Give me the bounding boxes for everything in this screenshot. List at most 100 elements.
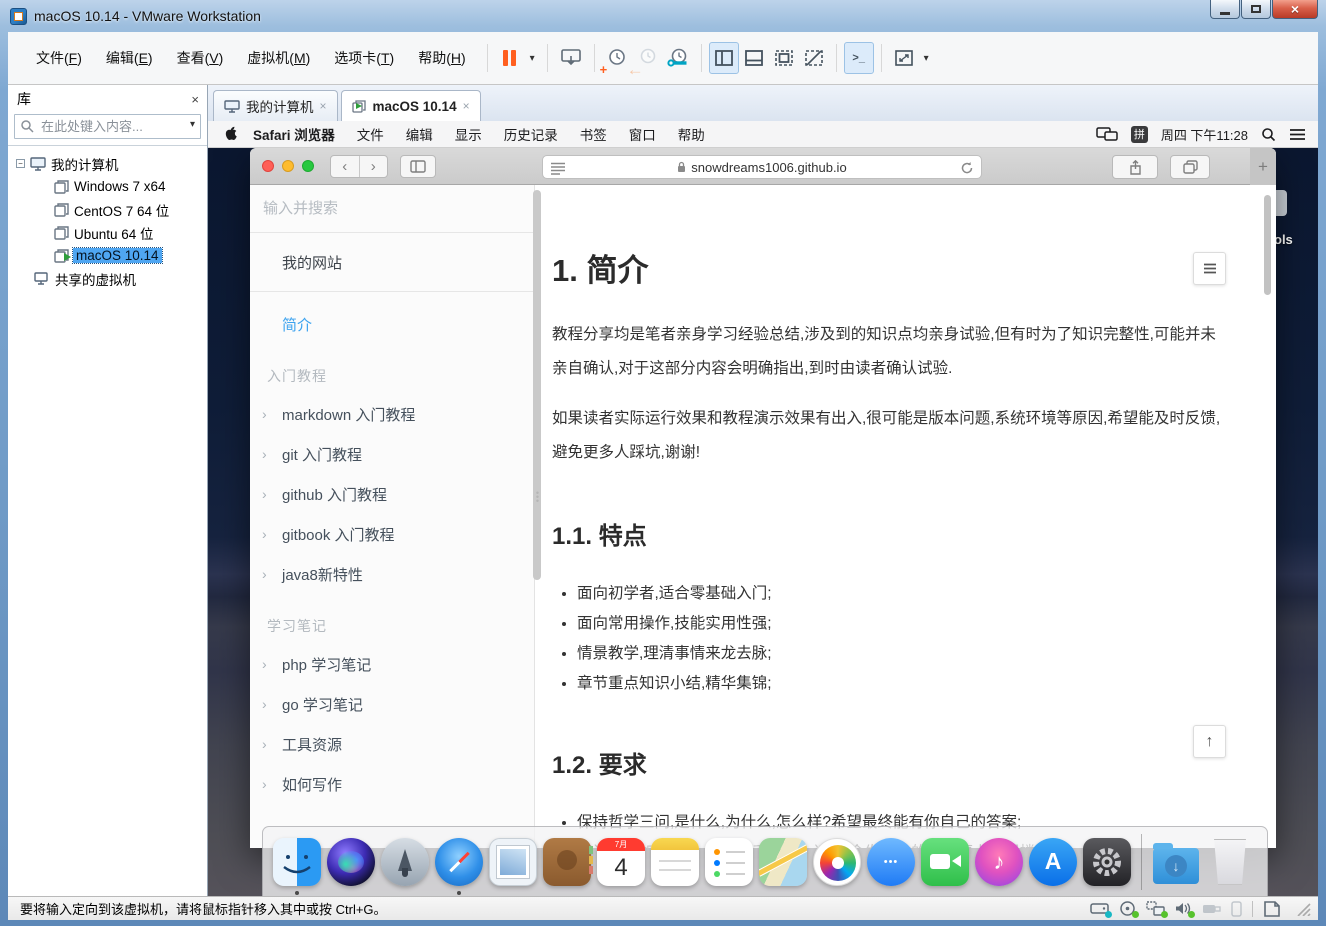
dock-item-reminders[interactable] xyxy=(703,836,755,888)
tree-node-windows7[interactable]: Windows 7 x64 xyxy=(8,175,207,198)
dock-item-calendar[interactable]: 7月 4 xyxy=(595,836,647,888)
dock-item-app-store[interactable]: A xyxy=(1027,836,1079,888)
close-tab-icon[interactable]: × xyxy=(463,99,470,113)
fullscreen-view-button[interactable] xyxy=(769,42,799,74)
address-bar[interactable]: snowdreams1006.github.io xyxy=(542,155,982,179)
mac-menu-view[interactable]: 显示 xyxy=(444,124,493,144)
menu-view[interactable]: 查看(V) xyxy=(167,42,234,74)
dock-item-photos[interactable] xyxy=(811,836,863,888)
tab-home[interactable]: 我的计算机 × xyxy=(213,90,338,121)
cd-dvd-icon[interactable] xyxy=(1119,901,1136,916)
tree-node-centos[interactable]: CentOS 7 64 位 xyxy=(8,198,207,221)
dock-item-system-preferences[interactable] xyxy=(1081,836,1133,888)
reader-view-icon[interactable] xyxy=(550,161,566,175)
dock-item-launchpad[interactable] xyxy=(379,836,431,888)
nav-writing[interactable]: ›如何写作 xyxy=(250,764,534,804)
toggle-sidebar-button[interactable] xyxy=(1193,252,1226,285)
dock-item-safari[interactable] xyxy=(433,836,485,888)
nav-gitbook[interactable]: ›gitbook 入门教程 xyxy=(250,514,534,554)
site-home-link[interactable]: 我的网站 xyxy=(250,233,534,292)
dock-item-siri[interactable] xyxy=(325,836,377,888)
back-button[interactable]: ‹ xyxy=(331,156,360,177)
tree-node-my-computer[interactable]: − 我的计算机 xyxy=(8,152,207,175)
dock-item-finder[interactable] xyxy=(271,836,323,888)
nav-github[interactable]: ›github 入门教程 xyxy=(250,474,534,514)
tab-overview-button[interactable] xyxy=(1170,155,1210,179)
fit-dropdown[interactable]: ▾ xyxy=(919,42,934,74)
page-scrollbar[interactable] xyxy=(1264,195,1271,295)
mac-menu-file[interactable]: 文件 xyxy=(346,124,395,144)
book-search-input[interactable] xyxy=(250,200,534,217)
notification-center-icon[interactable] xyxy=(1289,128,1306,141)
displays-status-icon[interactable] xyxy=(1096,127,1118,142)
dock-item-facetime[interactable] xyxy=(919,836,971,888)
mac-menu-history[interactable]: 历史记录 xyxy=(493,124,569,144)
tree-node-macos-selected[interactable]: macOS 10.14 xyxy=(8,244,207,267)
dock-item-downloads[interactable]: ↓ xyxy=(1150,836,1202,888)
minimize-traffic-light[interactable] xyxy=(282,160,294,172)
minimize-button[interactable] xyxy=(1210,0,1240,19)
mac-menu-bookmarks[interactable]: 书签 xyxy=(569,124,618,144)
show-library-button[interactable] xyxy=(709,42,739,74)
zoom-traffic-light[interactable] xyxy=(302,160,314,172)
back-to-top-button[interactable]: ↑ xyxy=(1193,725,1226,758)
close-traffic-light[interactable] xyxy=(262,160,274,172)
message-log-icon[interactable] xyxy=(1263,901,1280,917)
nav-git[interactable]: ›git 入门教程 xyxy=(250,434,534,474)
manage-snapshots-button[interactable] xyxy=(662,42,694,74)
sidebar-toggle-button[interactable] xyxy=(400,155,436,178)
share-button[interactable] xyxy=(1112,155,1158,179)
mobile-device-icon[interactable] xyxy=(1231,901,1242,917)
menu-file[interactable]: 文件(F) xyxy=(26,42,92,74)
library-search-input[interactable] xyxy=(14,114,201,139)
nav-php[interactable]: ›php 学习笔记 xyxy=(250,644,534,684)
tree-node-shared-vms[interactable]: 共享的虚拟机 xyxy=(8,267,207,290)
revert-snapshot-button[interactable]: ← xyxy=(632,42,662,74)
dock-item-contacts[interactable] xyxy=(541,836,593,888)
menu-tabs[interactable]: 选项卡(T) xyxy=(324,42,404,74)
unity-view-button[interactable] xyxy=(799,42,829,74)
reload-icon[interactable] xyxy=(960,161,974,175)
menu-vm[interactable]: 虚拟机(M) xyxy=(237,42,320,74)
apple-icon[interactable] xyxy=(224,125,238,141)
mac-menu-help[interactable]: 帮助 xyxy=(667,124,716,144)
nav-go[interactable]: ›go 学习笔记 xyxy=(250,684,534,724)
spotlight-icon[interactable] xyxy=(1261,127,1276,142)
console-view-button[interactable]: >_ xyxy=(844,42,874,74)
resize-grip[interactable] xyxy=(1296,902,1312,916)
dock-item-mail[interactable] xyxy=(487,836,539,888)
sound-icon[interactable] xyxy=(1175,901,1192,916)
input-method-icon[interactable]: 拼 xyxy=(1131,126,1148,143)
show-thumbnail-bar-button[interactable] xyxy=(739,42,769,74)
dock-item-notes[interactable] xyxy=(649,836,701,888)
menubar-clock[interactable]: 周四 下午11:28 xyxy=(1161,125,1248,144)
menu-edit[interactable]: 编辑(E) xyxy=(96,42,163,74)
dock-item-trash[interactable] xyxy=(1204,836,1256,888)
power-dropdown[interactable]: ▾ xyxy=(525,42,540,74)
collapse-icon[interactable]: − xyxy=(16,159,25,168)
nav-markdown[interactable]: ›markdown 入门教程 xyxy=(250,394,534,434)
dock-item-messages[interactable]: ••• xyxy=(865,836,917,888)
hard-disk-icon[interactable] xyxy=(1090,901,1109,916)
menu-help[interactable]: 帮助(H) xyxy=(408,42,475,74)
sidebar-scrollbar[interactable] xyxy=(533,190,541,580)
usb-device-icon[interactable] xyxy=(1202,901,1221,916)
pause-vm-button[interactable] xyxy=(495,42,525,74)
tree-node-ubuntu[interactable]: Ubuntu 64 位 xyxy=(8,221,207,244)
nav-java8[interactable]: ›java8新特性 xyxy=(250,554,534,594)
sidebar-drag-handle[interactable]: ••• xyxy=(536,491,539,503)
new-tab-button[interactable]: + xyxy=(1250,148,1276,185)
mac-menu-edit[interactable]: 编辑 xyxy=(395,124,444,144)
menu-safari-app[interactable]: Safari 浏览器 xyxy=(240,124,346,144)
nav-intro-active[interactable]: 简介 xyxy=(250,304,534,344)
close-tab-icon[interactable]: × xyxy=(320,99,327,113)
dock-item-itunes[interactable]: ♪ xyxy=(973,836,1025,888)
network-adapter-icon[interactable] xyxy=(1146,901,1165,916)
tab-macos-active[interactable]: macOS 10.14 × xyxy=(341,90,481,121)
maximize-button[interactable] xyxy=(1241,0,1271,19)
forward-button[interactable]: › xyxy=(360,156,388,177)
ctrl-alt-del-button[interactable] xyxy=(555,42,587,74)
auto-fit-button[interactable] xyxy=(889,42,919,74)
close-button[interactable]: × xyxy=(1272,0,1318,19)
dock-item-maps[interactable] xyxy=(757,836,809,888)
